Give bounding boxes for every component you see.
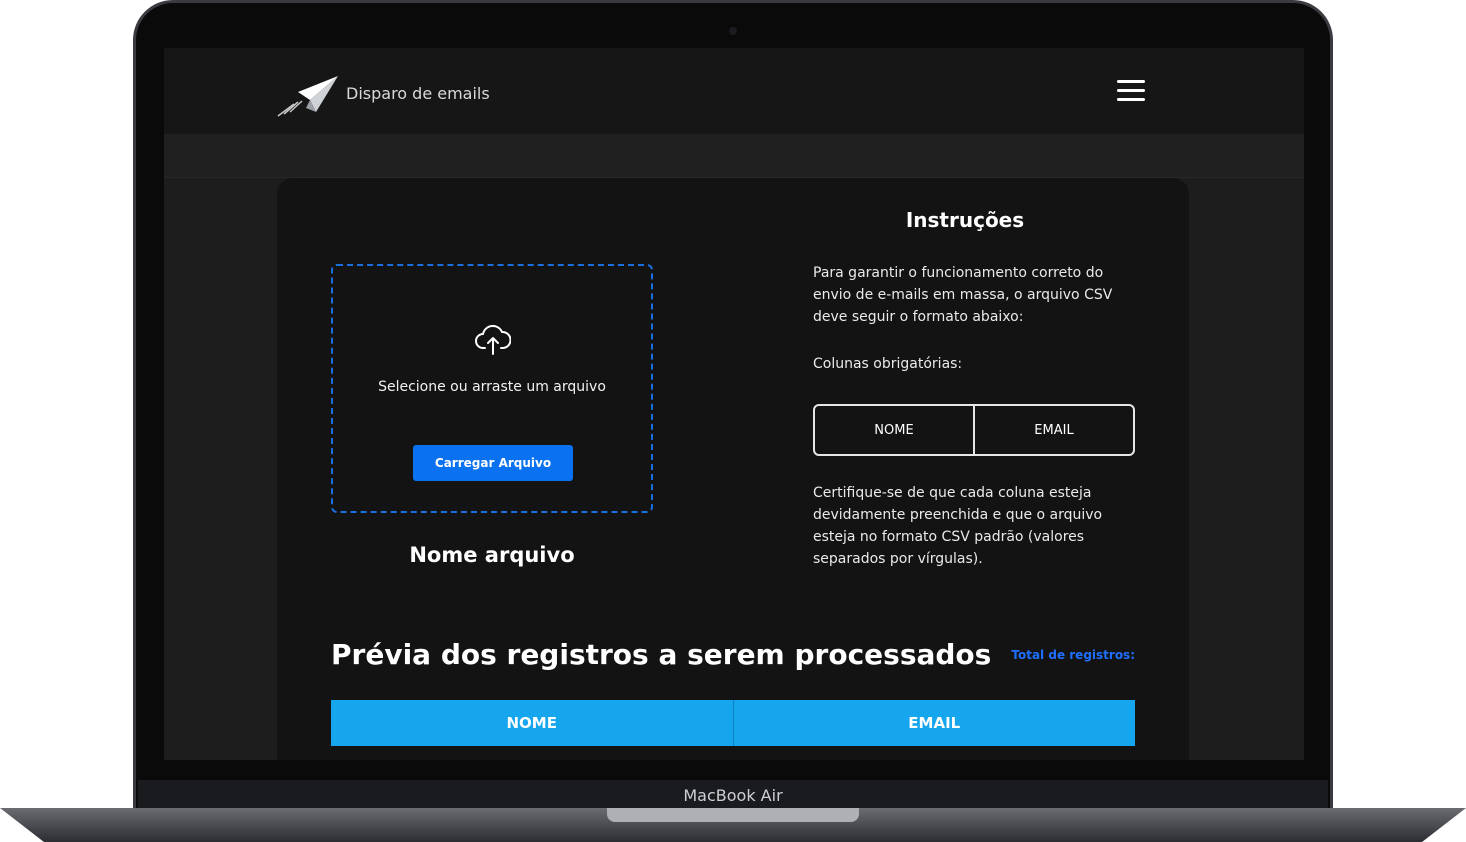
app-screen: Disparo de emails Selecione ou arraste u… [164,48,1304,760]
instructions-intro: Para garantir o funcionamento correto do… [813,265,1113,325]
instructions-note: Certifique-se de que cada coluna esteja … [813,485,1103,567]
main-card: Selecione ou arraste um arquivo Carregar… [277,178,1189,760]
column-header-email: EMAIL [908,714,961,732]
required-columns-table: NOME EMAIL [813,404,1135,456]
required-column-email: EMAIL [1034,422,1074,438]
preview-table-header: NOME EMAIL [331,700,1135,746]
laptop-notch [607,808,859,822]
cloud-upload-icon [475,324,511,355]
instructions-title: Instruções [905,208,1025,232]
sub-header-bar [164,134,1304,178]
hamburger-icon[interactable] [1117,80,1145,102]
dropzone-prompt: Selecione ou arraste um arquivo [378,379,606,395]
navbar: Disparo de emails [164,48,1304,134]
required-column-nome: NOME [815,406,975,454]
file-dropzone[interactable]: Selecione ou arraste um arquivo Carregar… [331,264,653,513]
paper-plane-icon [277,76,338,117]
preview-title: Prévia dos registros a serem processados [331,638,992,671]
file-name-label: Nome arquivo [409,543,575,567]
upload-file-button[interactable]: Carregar Arquivo [413,445,573,481]
camera-icon [729,27,737,35]
total-records-label: Total de registros: [1011,648,1135,662]
app-title: Disparo de emails [346,84,490,103]
device-label: MacBook Air [683,785,783,805]
column-header-nome: NOME [331,700,734,746]
laptop-bezel: MacBook Air [138,780,1328,810]
required-columns-label: Colunas obrigatórias: [813,356,963,372]
